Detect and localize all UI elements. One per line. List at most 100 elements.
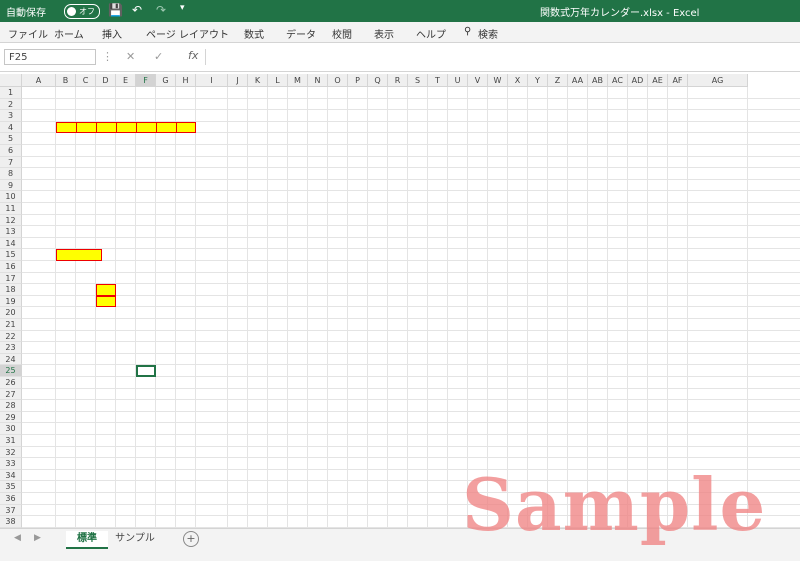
calendar-day[interactable]	[228, 284, 248, 296]
calendar-day[interactable]	[628, 389, 648, 401]
calendar-day[interactable]	[668, 168, 688, 180]
calendar-day[interactable]	[388, 168, 408, 180]
calendar-day[interactable]	[628, 284, 648, 296]
calendar-day[interactable]	[388, 516, 408, 528]
calendar-day[interactable]	[136, 191, 156, 203]
column-header[interactable]: S	[408, 74, 428, 87]
prev-sheet-icon[interactable]: ◀	[14, 533, 21, 543]
calendar-day[interactable]	[628, 168, 648, 180]
calendar-day[interactable]	[328, 365, 348, 377]
row-header[interactable]: 1	[0, 87, 22, 99]
row-header[interactable]: 32	[0, 446, 22, 459]
calendar-day[interactable]	[328, 505, 348, 517]
calendar-day[interactable]	[268, 516, 288, 528]
calendar-day[interactable]	[268, 493, 288, 505]
calendar-day[interactable]	[268, 273, 288, 285]
calendar-day[interactable]	[468, 273, 488, 285]
calendar-day[interactable]	[268, 180, 288, 192]
row-header[interactable]: 35	[0, 481, 22, 493]
calendar-day[interactable]	[468, 203, 488, 215]
calendar-day[interactable]	[288, 284, 308, 296]
calendar-day[interactable]	[288, 168, 308, 180]
calendar-day[interactable]	[568, 261, 588, 273]
calendar-day[interactable]	[428, 296, 448, 308]
autosave-toggle[interactable]: オフ	[64, 4, 100, 19]
calendar-day[interactable]	[648, 261, 668, 273]
calendar-day[interactable]	[156, 168, 176, 180]
tab-formulas[interactable]: 数式	[244, 26, 264, 41]
calendar-day[interactable]	[668, 400, 688, 412]
calendar-day[interactable]	[228, 493, 248, 505]
row-header[interactable]: 22	[0, 330, 22, 343]
calendar-day[interactable]	[116, 180, 136, 192]
tab-data[interactable]: データ	[286, 26, 316, 41]
calendar-day[interactable]	[328, 168, 348, 180]
calendar-day[interactable]	[308, 261, 328, 273]
calendar-day[interactable]	[588, 203, 608, 215]
row-header[interactable]: 4	[0, 121, 22, 134]
calendar-day[interactable]	[628, 296, 648, 308]
calendar-day[interactable]	[568, 168, 588, 180]
calendar-day[interactable]	[388, 203, 408, 215]
calendar-day[interactable]	[308, 168, 328, 180]
calendar-day[interactable]	[508, 307, 528, 319]
calendar-day[interactable]	[176, 168, 196, 180]
calendar-day[interactable]	[388, 400, 408, 412]
calendar-day[interactable]	[548, 203, 568, 215]
calendar-day[interactable]	[408, 180, 428, 192]
calendar-day[interactable]	[568, 203, 588, 215]
calendar-day[interactable]	[548, 377, 568, 389]
calendar-day[interactable]	[268, 191, 288, 203]
calendar-day[interactable]	[268, 412, 288, 424]
calendar-day[interactable]	[76, 168, 96, 180]
calendar-day[interactable]	[348, 157, 368, 169]
calendar-day[interactable]	[508, 273, 528, 285]
customize-qat-icon[interactable]: ▾	[180, 3, 185, 13]
calendar-day[interactable]	[568, 273, 588, 285]
calendar-day[interactable]	[428, 273, 448, 285]
calendar-day[interactable]	[288, 180, 308, 192]
calendar-day[interactable]	[176, 157, 196, 169]
calendar-day[interactable]	[568, 412, 588, 424]
calendar-day[interactable]	[348, 481, 368, 493]
row-header[interactable]: 24	[0, 353, 22, 366]
calendar-day[interactable]	[228, 400, 248, 412]
calendar-day[interactable]	[328, 389, 348, 401]
calendar-day[interactable]	[468, 400, 488, 412]
calendar-day[interactable]	[608, 284, 628, 296]
calendar-day[interactable]	[228, 296, 248, 308]
column-header[interactable]: U	[448, 74, 468, 87]
calendar-day[interactable]	[508, 389, 528, 401]
row-header[interactable]: 29	[0, 411, 22, 424]
calendar-day[interactable]	[448, 400, 468, 412]
calendar-day[interactable]	[468, 377, 488, 389]
calendar-day[interactable]	[388, 296, 408, 308]
calendar-day[interactable]	[228, 481, 248, 493]
calendar-day[interactable]	[116, 157, 136, 169]
calendar-day[interactable]	[648, 389, 668, 401]
calendar-day[interactable]	[488, 400, 508, 412]
calendar-day[interactable]	[228, 377, 248, 389]
calendar-day[interactable]	[488, 284, 508, 296]
this-year-days-input[interactable]	[96, 284, 116, 296]
calendar-day[interactable]	[248, 516, 268, 528]
calendar-day[interactable]	[328, 203, 348, 215]
calendar-day[interactable]	[288, 389, 308, 401]
tab-page-layout[interactable]: ページ レイアウト	[146, 26, 229, 41]
calendar-day[interactable]	[468, 284, 488, 296]
row-header[interactable]: 12	[0, 214, 22, 227]
calendar-day[interactable]	[428, 389, 448, 401]
calendar-day[interactable]	[96, 168, 116, 180]
row-header[interactable]: 26	[0, 377, 22, 389]
column-header[interactable]: O	[328, 74, 348, 87]
calendar-day[interactable]	[668, 261, 688, 273]
calendar-day[interactable]	[308, 505, 328, 517]
calendar-day[interactable]	[568, 180, 588, 192]
calendar-day[interactable]	[448, 377, 468, 389]
calendar-day[interactable]	[228, 307, 248, 319]
row-header[interactable]: 14	[0, 237, 22, 250]
row-header[interactable]: 38	[0, 516, 22, 528]
column-header[interactable]: N	[308, 74, 328, 87]
calendar-day[interactable]	[448, 412, 468, 424]
calendar-day[interactable]	[348, 377, 368, 389]
